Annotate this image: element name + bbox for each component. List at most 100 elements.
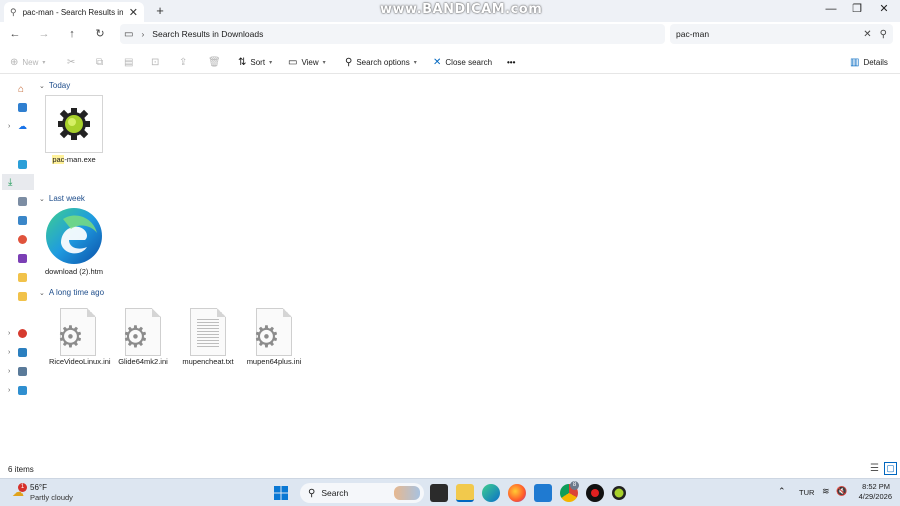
forward-button[interactable]: → bbox=[35, 26, 53, 42]
view-button[interactable]: ▭ View ▾ bbox=[288, 54, 326, 70]
item-count: 6 items bbox=[8, 465, 34, 474]
sidebar-item-folder-1[interactable] bbox=[8, 270, 32, 284]
details-view-icon[interactable]: ☰ bbox=[870, 463, 879, 474]
cloud-icon: ☁ bbox=[18, 120, 27, 131]
chevron-right-icon: › bbox=[8, 367, 11, 375]
maximize-button[interactable]: ❐ bbox=[843, 0, 871, 18]
ini-file-icon: ⚙ bbox=[49, 303, 107, 361]
input-language[interactable]: TUR bbox=[799, 488, 814, 497]
tab-close-icon[interactable]: ✕ bbox=[129, 6, 138, 19]
clock-time[interactable]: 8:52 PM bbox=[858, 482, 890, 491]
text-file-icon bbox=[179, 303, 237, 361]
search-input[interactable]: pac-man bbox=[676, 29, 855, 39]
volume-muted-icon[interactable]: 🔇 bbox=[836, 486, 847, 497]
wifi-icon[interactable]: ≋ bbox=[822, 486, 830, 497]
back-button[interactable]: ← bbox=[6, 26, 24, 42]
copy-button[interactable]: ⧉ bbox=[96, 54, 103, 70]
details-button[interactable]: ▥ Details bbox=[850, 54, 888, 70]
breadcrumb[interactable]: Search Results in Downloads bbox=[152, 29, 263, 39]
details-label: Details bbox=[863, 57, 888, 67]
new-button[interactable]: ⊕ New ▾ bbox=[10, 54, 45, 70]
search-options-icon: ⚲ bbox=[345, 56, 353, 68]
search-highlight-icon bbox=[394, 486, 420, 500]
group-header-today[interactable]: ⌄ Today bbox=[39, 81, 70, 90]
gear-icon: ⚙ bbox=[57, 321, 84, 354]
sidebar-item-gallery[interactable] bbox=[8, 100, 32, 114]
start-button[interactable] bbox=[272, 484, 290, 502]
rename-button[interactable]: ⊡ bbox=[151, 54, 159, 70]
close-window-button[interactable]: ✕ bbox=[870, 0, 898, 18]
view-label: View bbox=[301, 57, 319, 67]
chevron-right-icon: › bbox=[8, 386, 11, 394]
cut-button[interactable]: ✂ bbox=[67, 54, 75, 70]
sidebar-item-onedrive[interactable]: › ☁ bbox=[8, 119, 32, 133]
close-search-button[interactable]: ✕ Close search bbox=[433, 54, 492, 70]
clock-date[interactable]: 4/29/2026 bbox=[852, 492, 892, 501]
sidebar-item-downloads[interactable]: ⤓ bbox=[2, 174, 34, 190]
sidebar-item-network[interactable]: › bbox=[8, 383, 32, 397]
sidebar-item-videos[interactable] bbox=[8, 251, 32, 265]
file-item[interactable]: mupencheat.txt bbox=[179, 303, 237, 366]
tab-title: pac-man - Search Results in D bbox=[22, 7, 123, 17]
chevron-down-icon: ⌄ bbox=[39, 195, 45, 203]
up-button[interactable]: ↑ bbox=[63, 26, 81, 42]
chrome-icon[interactable]: 8 bbox=[560, 481, 579, 502]
file-name: pac-man.exe bbox=[45, 155, 103, 164]
sidebar-item-folder-2[interactable] bbox=[8, 289, 32, 303]
clipboard-icon: ▤ bbox=[124, 56, 134, 68]
refresh-button[interactable]: ↻ bbox=[91, 26, 109, 42]
share-button[interactable]: ⇪ bbox=[179, 54, 187, 70]
minimize-button[interactable]: — bbox=[817, 0, 845, 18]
weather-temp: 56°F bbox=[30, 483, 47, 492]
folder-icon bbox=[18, 291, 27, 301]
show-hidden-icons-chevron-icon[interactable]: ⌃ bbox=[778, 486, 786, 497]
sidebar-item-drive-1[interactable]: › bbox=[8, 326, 32, 340]
sidebar-item-home[interactable]: ⌂ bbox=[8, 82, 32, 96]
copy-icon: ⧉ bbox=[96, 56, 104, 68]
file-item[interactable]: ⚙ RiceVideoLinux.ini bbox=[49, 303, 111, 366]
file-item[interactable]: ⚙ mupen64plus.ini bbox=[245, 303, 303, 366]
search-options-button[interactable]: ⚲ Search options ▾ bbox=[345, 54, 417, 70]
new-tab-button[interactable]: + bbox=[152, 3, 168, 19]
group-header-last-week[interactable]: ⌄ Last week bbox=[39, 194, 85, 203]
rename-icon: ⊡ bbox=[151, 56, 160, 68]
sidebar-item-music[interactable] bbox=[8, 232, 32, 246]
weather-widget[interactable]: ☁ 1 56°F Partly cloudy bbox=[12, 483, 92, 503]
bandicam-icon[interactable] bbox=[586, 484, 604, 502]
sidebar-item-pictures[interactable] bbox=[8, 213, 32, 227]
sidebar-item-drive-2[interactable]: › bbox=[8, 364, 32, 378]
sidebar-item-this-pc[interactable]: › bbox=[8, 345, 32, 359]
group-header-long-ago[interactable]: ⌄ A long time ago bbox=[39, 288, 104, 297]
search-icon[interactable]: ⚲ bbox=[880, 29, 887, 40]
sidebar-item-documents[interactable] bbox=[8, 194, 32, 208]
breadcrumb-chevron-icon: › bbox=[141, 29, 145, 39]
title-bar: ⚲ pac-man - Search Results in D ✕ + www.… bbox=[0, 0, 900, 22]
file-explorer-icon[interactable] bbox=[456, 484, 474, 502]
taskbar-search[interactable]: ⚲ Search bbox=[300, 483, 424, 503]
firefox-icon[interactable] bbox=[508, 484, 526, 502]
file-item[interactable]: ⚙ Glide64mk2.ini bbox=[114, 303, 172, 366]
search-options-label: Search options bbox=[356, 57, 410, 67]
status-bar: 6 items ☰ ▢ bbox=[0, 462, 900, 478]
group-label: Today bbox=[48, 81, 71, 90]
clear-search-icon[interactable]: ✕ bbox=[863, 29, 871, 40]
monitor-app-icon[interactable] bbox=[534, 484, 552, 502]
command-bar: ⊕ New ▾ ✂ ⧉ ▤ ⊡ ⇪ 🗑 ⇅ Sort ▾ ▭ View ▾ ⚲ … bbox=[0, 50, 900, 74]
search-box[interactable]: pac-man ✕ ⚲ bbox=[670, 24, 893, 44]
pacman-app-icon[interactable] bbox=[610, 484, 628, 502]
sort-button[interactable]: ⇅ Sort ▾ bbox=[238, 54, 272, 70]
delete-button[interactable]: 🗑 bbox=[208, 54, 221, 70]
share-icon: ⇪ bbox=[179, 56, 188, 68]
edge-icon[interactable] bbox=[482, 484, 500, 502]
address-bar[interactable]: ▭ › Search Results in Downloads bbox=[120, 24, 665, 44]
more-options-button[interactable]: ••• bbox=[507, 54, 515, 70]
file-item[interactable]: download (2).htm bbox=[45, 207, 103, 276]
window-tab[interactable]: ⚲ pac-man - Search Results in D ✕ bbox=[4, 2, 144, 22]
computer-icon bbox=[18, 347, 27, 357]
sidebar-item-desktop[interactable] bbox=[8, 157, 32, 171]
file-view: ⌄ Today pac-man.exe ⌄ Last week download… bbox=[36, 76, 900, 460]
large-icons-view-icon[interactable]: ▢ bbox=[884, 462, 897, 475]
task-view-icon[interactable] bbox=[430, 484, 448, 502]
paste-button[interactable]: ▤ bbox=[124, 54, 133, 70]
file-item[interactable]: pac-man.exe bbox=[45, 95, 103, 164]
